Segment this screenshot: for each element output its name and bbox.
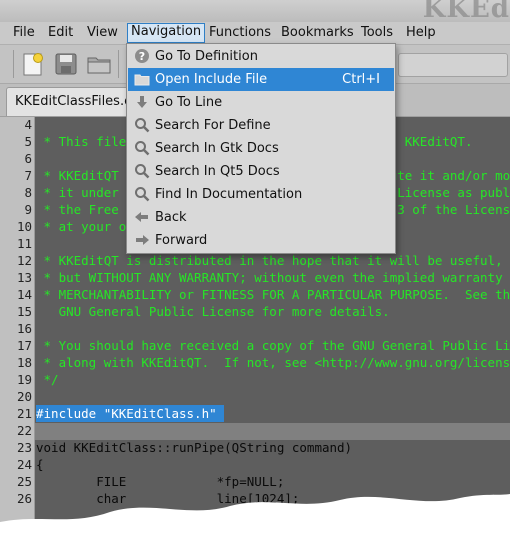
new-file-button[interactable] [20, 51, 46, 77]
line-number: 15 [16, 304, 32, 319]
line-number: 19 [16, 372, 32, 387]
current-line-highlight [35, 423, 510, 440]
code-line: * You should have received a copy of the… [36, 338, 510, 353]
shortcut-label: Ctrl+I [342, 72, 380, 87]
menu-bookmarks[interactable]: Bookmarks [278, 24, 357, 42]
code-line: { [36, 457, 44, 472]
line-number: 7 [24, 168, 32, 183]
menu-view[interactable]: View [84, 24, 121, 42]
menu-functions[interactable]: Functions [206, 24, 274, 42]
torn-page-edge [0, 494, 510, 540]
folder-open-icon [134, 74, 150, 86]
line-number: 18 [16, 355, 32, 370]
toolbar-separator [118, 50, 119, 78]
menu-item-label: Search For Define [155, 118, 271, 133]
line-number: 10 [16, 219, 32, 234]
menu-navigation[interactable]: Navigation [127, 23, 206, 43]
line-number: 24 [16, 457, 32, 472]
line-number: 21 [16, 406, 32, 421]
magnifier-icon [135, 164, 150, 179]
line-number: 8 [24, 185, 32, 200]
code-line: void KKEditClass::runPipe(QString comman… [36, 440, 353, 455]
code-line: * KKEditQT is distributed in the hope th… [36, 253, 503, 268]
menu-item-label: Find In Documentation [155, 187, 303, 202]
menu-item-go-to-definition[interactable]: ? Go To Definition [128, 45, 394, 68]
menu-item-label: Forward [155, 233, 208, 248]
arrow-left-icon [135, 212, 148, 222]
toolbar-separator [13, 50, 14, 78]
magnifier-icon [135, 141, 150, 156]
menu-item-label: Go To Definition [155, 49, 258, 64]
menu-item-label: Search In Gtk Docs [155, 141, 279, 156]
arrow-down-icon [137, 96, 147, 108]
question-icon: ? [135, 49, 149, 63]
line-number: 22 [16, 423, 32, 438]
menu-file[interactable]: File [10, 24, 38, 42]
window-title: KKEd [422, 0, 510, 24]
magnifier-icon [135, 118, 150, 133]
tab-kkeditclassfiles[interactable]: KKEditClassFiles.cpp [6, 87, 146, 116]
line-number: 23 [16, 440, 32, 455]
menu-item-label: Go To Line [155, 95, 223, 110]
title-bar: KKEd [0, 0, 510, 24]
selected-code-line: #include "KKEditClass.h" [36, 405, 225, 422]
menu-help[interactable]: Help [403, 24, 439, 42]
line-number: 17 [16, 338, 32, 353]
code-line: */ [36, 372, 59, 387]
menu-item-label: Search In Qt5 Docs [155, 164, 280, 179]
menu-item-open-include-file[interactable]: Open Include File Ctrl+I [128, 68, 394, 91]
svg-text:?: ? [139, 50, 145, 63]
menu-bar: File Edit View Navigation Functions Book… [0, 22, 510, 45]
code-line: * but WITHOUT ANY WARRANTY; without even… [36, 270, 510, 285]
toolbar-search-field[interactable] [398, 53, 508, 77]
menu-item-go-to-line[interactable]: Go To Line [128, 91, 394, 114]
menu-item-search-in-gtk-docs[interactable]: Search In Gtk Docs [128, 137, 394, 160]
line-number: 14 [16, 287, 32, 302]
menu-item-search-for-define[interactable]: Search For Define [128, 114, 394, 137]
arrow-right-icon [136, 235, 149, 245]
code-line: FILE *fp=NULL; [36, 474, 285, 489]
line-number: 11 [16, 236, 32, 251]
line-number: 5 [24, 134, 32, 149]
line-number: 9 [24, 202, 32, 217]
code-line: GNU General Public License for more deta… [36, 304, 390, 319]
menu-item-find-in-documentation[interactable]: Find In Documentation [128, 183, 394, 206]
menu-edit[interactable]: Edit [45, 24, 76, 42]
code-line: * along with KKEditQT. If not, see <http… [36, 355, 510, 370]
menu-item-back[interactable]: Back [128, 206, 394, 229]
code-line: * MERCHANTABILITY or FITNESS FOR A PARTI… [36, 287, 510, 302]
magnifier-icon [135, 187, 150, 202]
navigation-dropdown-menu: ? Go To Definition Open Include File Ctr… [126, 43, 396, 254]
open-folder-button[interactable] [86, 51, 112, 77]
folder-icon [87, 57, 111, 74]
menu-item-forward[interactable]: Forward [128, 229, 394, 252]
menu-item-search-in-qt5-docs[interactable]: Search In Qt5 Docs [128, 160, 394, 183]
save-button[interactable] [53, 51, 79, 77]
menu-tools[interactable]: Tools [358, 24, 396, 42]
line-number: 4 [24, 117, 32, 132]
line-number: 25 [16, 474, 32, 489]
menu-item-label: Open Include File [155, 72, 268, 87]
line-number: 13 [16, 270, 32, 285]
line-number: 12 [16, 253, 32, 268]
line-number: 20 [16, 389, 32, 404]
save-icon [55, 53, 77, 75]
line-number: 6 [24, 151, 32, 166]
line-number: 16 [16, 321, 32, 336]
new-file-icon [23, 53, 43, 76]
menu-item-label: Back [155, 210, 187, 225]
